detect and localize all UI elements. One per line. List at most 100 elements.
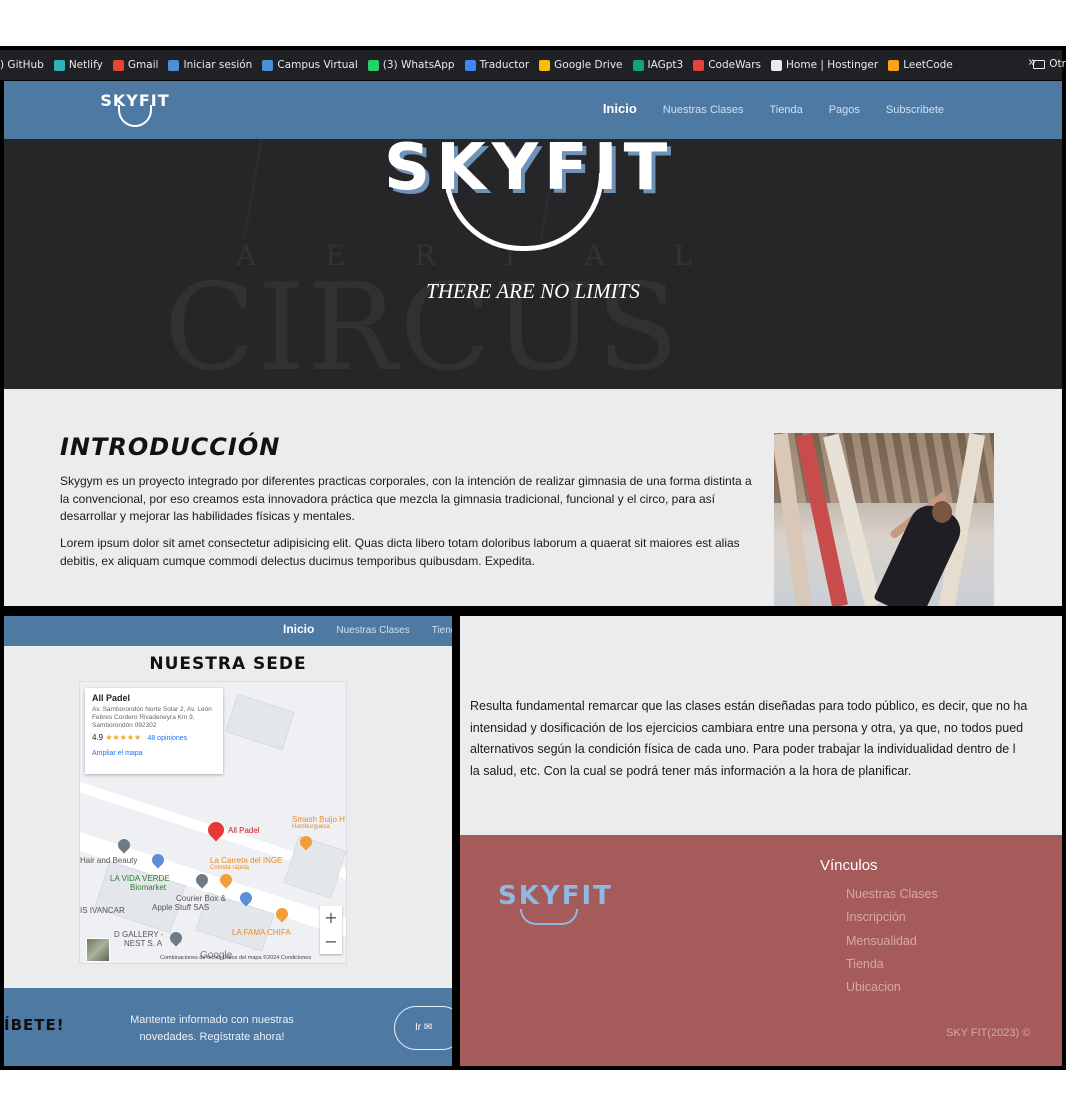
bookmark-label: Gmail: [127, 59, 159, 71]
bookmarks-bar: ) GitHub Netlify Gmail Iniciar sesión Campus…: [0, 50, 1062, 80]
footer-copyright: SKY FIT(2023) ©: [946, 1027, 1031, 1039]
place-name: All Padel: [92, 693, 131, 703]
poi-smash[interactable]: Smash Buijo H: [292, 815, 345, 824]
bookmark-label: Campus Virtual: [277, 59, 358, 71]
classes-line: alternativos según la condición física d…: [470, 742, 1016, 756]
poi-ivancar[interactable]: IS IVANCAR: [80, 906, 125, 915]
bookmark-label: Home | Hostinger: [786, 59, 879, 71]
poi-vida-verde[interactable]: LA VIDA VERDE: [110, 874, 170, 883]
nav-link-subscribete[interactable]: Subscribete: [886, 104, 944, 116]
aerial-silks-photo: [774, 433, 994, 606]
map-block: [283, 835, 346, 899]
classes-line: la salud, etc. Con la cual se podrá tene…: [470, 763, 912, 778]
poi-smash-sub: Hamburguesa: [292, 824, 330, 830]
netlify-icon: [53, 59, 65, 71]
bookmark-item[interactable]: IAGpt3: [632, 59, 684, 71]
google-map-embed[interactable]: All Padel Av. Samborondón Norte Solar 2,…: [79, 681, 347, 964]
poi-courier-box[interactable]: Courier Box &: [176, 894, 226, 903]
uc-icon: [262, 59, 274, 71]
poi-la-carreta[interactable]: La Carreta del INGE: [210, 856, 282, 865]
nav-link-tienda[interactable]: Tienda: [769, 104, 802, 116]
footer-links-title: Vínculos: [820, 857, 878, 874]
bookmark-item[interactable]: ) GitHub: [0, 59, 44, 71]
translate-icon: [464, 59, 476, 71]
place-info-card: All Padel Av. Samborondón Norte Solar 2,…: [85, 688, 223, 774]
enlarge-map-link[interactable]: Ampliar el mapa: [92, 750, 216, 757]
bookmark-item[interactable]: CodeWars: [693, 59, 761, 71]
whatsapp-icon: [367, 59, 379, 71]
reviews-link[interactable]: 48 opiniones: [147, 735, 187, 742]
bookmark-label: Google Drive: [554, 59, 623, 71]
footer-logo[interactable]: SKYFIT: [498, 881, 613, 911]
bookmark-item[interactable]: Google Drive: [539, 59, 623, 71]
location-navbar: Inicio Nuestras Clases Tiend: [4, 616, 452, 646]
subscribe-text: Mantente informado con nuestras novedade…: [130, 1014, 294, 1043]
intro-section: INTRODUCCIÓN Skygym es un proyecto integ…: [4, 389, 1062, 606]
poi-hair-beauty[interactable]: Hair and Beauty: [80, 856, 137, 865]
other-bookmarks-folder[interactable]: Otr: [1033, 58, 1066, 70]
bookmark-item[interactable]: Campus Virtual: [262, 59, 358, 71]
poi-d-gallery-sub: NEST S. A: [124, 939, 163, 948]
top-navbar: SKYFIT Inicio Nuestras Clases Tienda Pag…: [4, 81, 1062, 139]
footer-link-ubicacion[interactable]: Ubicacion: [846, 976, 938, 999]
satellite-view-toggle[interactable]: [86, 938, 110, 962]
map-zoom-control: + −: [320, 906, 342, 954]
home-page-panel: SKYFIT Inicio Nuestras Clases Tienda Pag…: [4, 81, 1062, 606]
uc-icon: [168, 59, 180, 71]
place-rating: 4.9 ★★★★★ 48 opiniones: [92, 733, 216, 742]
bookmark-label: IAGpt3: [647, 59, 684, 71]
leetcode-icon: [888, 59, 900, 71]
footer-link-mensualidad[interactable]: Mensualidad: [846, 930, 938, 953]
nav-link-tienda[interactable]: Tiend: [432, 625, 452, 636]
footer-links: Nuestras Clases Inscripción Mensualidad …: [846, 883, 938, 999]
nav-link-inicio[interactable]: Inicio: [603, 101, 637, 116]
place-address: Av. Samborondón Norte Solar 2, Av. León …: [92, 706, 212, 729]
bookmark-item[interactable]: Iniciar sesión: [168, 59, 252, 71]
bookmark-label: Traductor: [479, 59, 530, 71]
rating-stars-icon: ★★★★★: [105, 733, 142, 742]
bookmark-item[interactable]: Netlify: [53, 59, 103, 71]
subscribe-bar: ÍBETE! Mantente informado con nuestras n…: [4, 988, 452, 1066]
subscribe-button[interactable]: Ir ✉: [394, 1006, 452, 1050]
classes-page-panel: Resulta fundamental remarcar que las cla…: [460, 616, 1062, 1066]
screenshot-frame: ) GitHub Netlify Gmail Iniciar sesión Campus…: [0, 46, 1066, 1070]
intro-title: INTRODUCCIÓN: [60, 433, 281, 461]
ai-icon: [632, 59, 644, 71]
map-attribution[interactable]: Combinaciones de teclas Datos del mapa ©…: [160, 955, 311, 961]
site-footer: SKYFIT Vínculos Nuestras Clases Inscripc…: [460, 835, 1062, 1066]
codewars-icon: [693, 59, 705, 71]
zoom-out-button[interactable]: −: [320, 930, 342, 954]
nav-link-pagos[interactable]: Pagos: [829, 104, 860, 116]
nav-link-nuestras-clases[interactable]: Nuestras Clases: [336, 625, 409, 636]
bookmark-item[interactable]: LeetCode: [888, 59, 953, 71]
footer-link-nuestras-clases[interactable]: Nuestras Clases: [846, 883, 938, 906]
other-bookmarks-label: Otr: [1049, 58, 1066, 70]
sede-title: NUESTRA SEDE: [149, 654, 307, 674]
nav-logo[interactable]: SKYFIT: [100, 91, 170, 129]
bookmark-item[interactable]: Traductor: [464, 59, 530, 71]
nav-links: Inicio Nuestras Clases Tienda Pagos Subs…: [603, 101, 944, 116]
footer-link-tienda[interactable]: Tienda: [846, 953, 938, 976]
rating-value: 4.9: [92, 733, 104, 742]
bookmark-item[interactable]: Home | Hostinger: [771, 59, 878, 71]
classes-line: intensidad y dosificación de los ejercic…: [470, 720, 1024, 735]
gmail-icon: [112, 59, 124, 71]
bookmark-label: (3) WhatsApp: [382, 59, 455, 71]
hero-banner: A E R I A L CIRCUS SKYFIT THERE ARE NO L…: [4, 139, 1062, 389]
nav-link-inicio[interactable]: Inicio: [283, 622, 314, 636]
bookmark-label: CodeWars: [708, 59, 762, 71]
zoom-in-button[interactable]: +: [320, 906, 342, 930]
bookmark-item[interactable]: (3) WhatsApp: [367, 59, 455, 71]
intro-paragraph-2: Lorem ipsum dolor sit amet consectetur a…: [60, 536, 740, 568]
poi-all-padel[interactable]: All Padel: [228, 826, 260, 835]
bookmark-item[interactable]: Gmail: [112, 59, 159, 71]
poi-la-fama-chifa[interactable]: LA FAMA CHIFA: [232, 928, 291, 937]
poi-la-carreta-sub: Comida rápida: [210, 865, 250, 871]
globe-icon: [771, 59, 783, 71]
bookmark-label: ) GitHub: [0, 59, 44, 71]
poi-d-gallery[interactable]: D GALLERY -: [114, 930, 164, 939]
intro-paragraph-1: Skygym es un proyecto integrado por dife…: [60, 474, 752, 523]
nav-link-nuestras-clases[interactable]: Nuestras Clases: [663, 104, 744, 116]
photo-head: [932, 501, 952, 523]
footer-link-inscripcion[interactable]: Inscripción: [846, 906, 938, 929]
